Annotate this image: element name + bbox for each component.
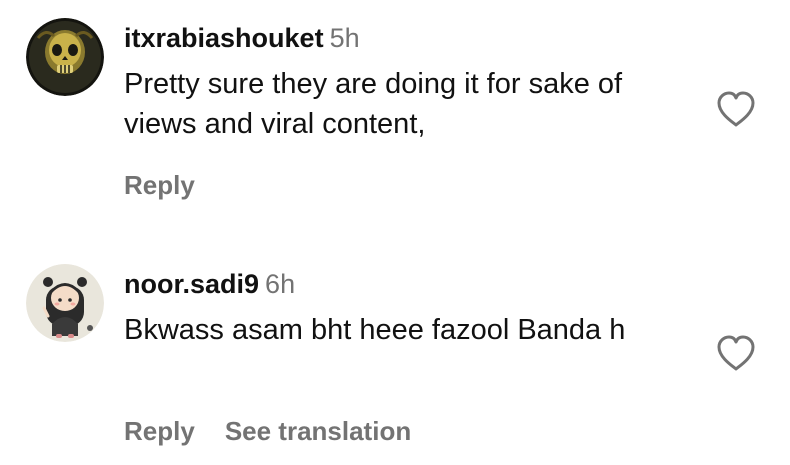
comment-header: itxrabiashouket 5h (124, 16, 684, 60)
comment-thread: itxrabiashouket 5h Pretty sure they are d… (0, 0, 790, 465)
avatar[interactable] (26, 264, 104, 342)
reply-button[interactable]: Reply (124, 416, 195, 447)
comment-header: noor.sadi9 6h (124, 262, 684, 306)
like-button[interactable] (715, 90, 757, 130)
anime-girl-avatar-icon (26, 264, 104, 342)
comment-actions: Reply See translation (124, 416, 441, 447)
heart-icon (717, 91, 755, 127)
comment-text: Pretty sure they are doing it for sake o… (124, 68, 623, 140)
comment-text: Bkwass asam bht heee fazool Banda h (124, 314, 626, 346)
timestamp: 6h (265, 269, 296, 299)
like-button[interactable] (715, 334, 757, 374)
heart-icon (717, 335, 755, 371)
see-translation-button[interactable]: See translation (225, 416, 411, 447)
comment-body: itxrabiashouket 5h Pretty sure they are d… (124, 16, 684, 144)
comment-body: noor.sadi9 6h Bkwass asam bht heee fazool… (124, 262, 684, 350)
comment-actions: Reply (124, 170, 225, 201)
timestamp: 5h (329, 23, 360, 53)
avatar[interactable] (26, 18, 104, 96)
username[interactable]: noor.sadi9 (124, 269, 259, 299)
reply-button[interactable]: Reply (124, 170, 195, 201)
username[interactable]: itxrabiashouket (124, 23, 324, 53)
skull-avatar-icon (26, 18, 104, 96)
